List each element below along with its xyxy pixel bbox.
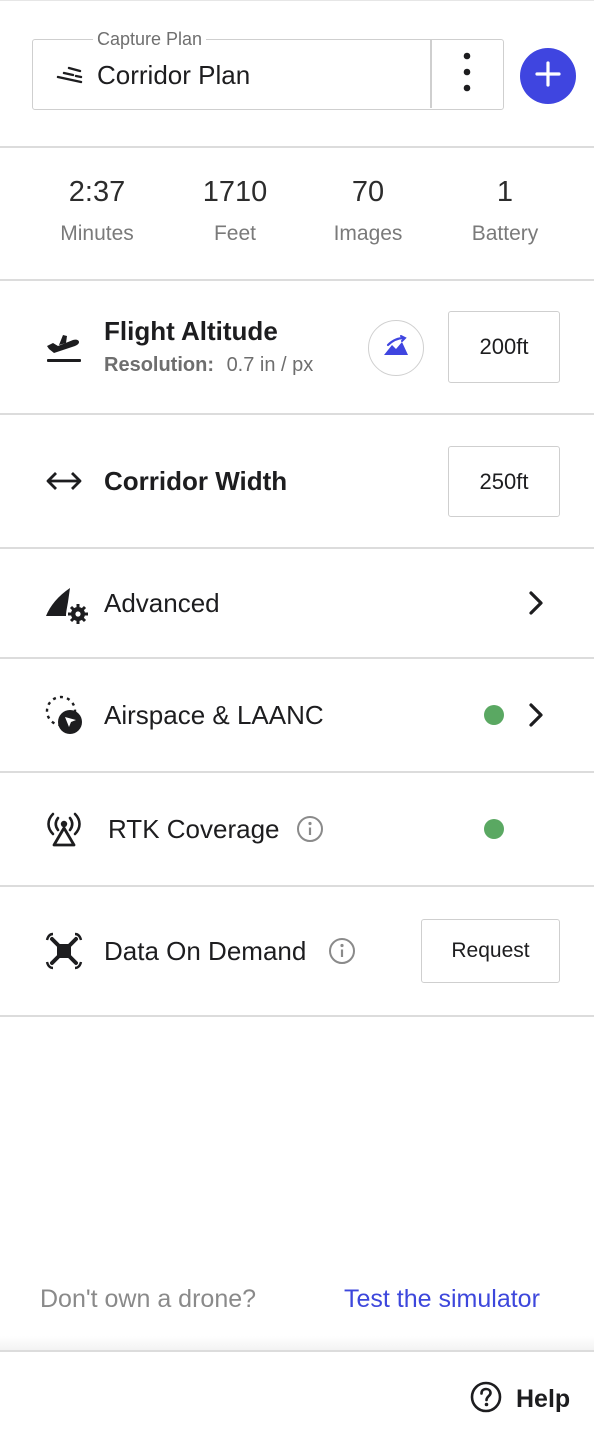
resolution-line: Resolution: 0.7 in / px xyxy=(104,352,313,378)
corridor-width-title: Corridor Width xyxy=(104,466,288,496)
divider xyxy=(0,1350,594,1352)
more-vertical-icon xyxy=(463,52,471,97)
test-simulator-link[interactable]: Test the simulator xyxy=(344,1283,540,1315)
airspace-title: Airspace & LAANC xyxy=(104,700,324,730)
plus-icon xyxy=(534,60,562,93)
info-icon[interactable] xyxy=(328,937,356,970)
stat-value: 70 xyxy=(351,176,385,208)
stat-label: Minutes xyxy=(60,222,134,245)
plan-menu-button[interactable] xyxy=(432,40,502,108)
capture-plan-legend: Capture Plan xyxy=(93,28,207,50)
chevron-right-icon xyxy=(527,702,545,733)
stat-value: 1710 xyxy=(202,176,268,208)
resolution-value: 0.7 in / px xyxy=(226,354,314,376)
width-arrows-icon xyxy=(44,468,84,499)
stat-label: Images xyxy=(333,222,403,245)
rtk-antenna-icon xyxy=(44,810,84,853)
help-label: Help xyxy=(516,1385,571,1413)
stat-value: 2:37 xyxy=(68,176,126,208)
corridor-width-value-field[interactable]: 250ft xyxy=(448,446,560,517)
corridor-plan-icon xyxy=(55,65,87,85)
stat-images: 70 Images xyxy=(298,172,438,249)
help-icon xyxy=(470,1381,502,1418)
help-button[interactable]: Help xyxy=(470,1381,571,1418)
divider xyxy=(0,1015,594,1017)
takeoff-icon xyxy=(44,330,84,369)
plan-header: Capture Plan Corridor Plan xyxy=(0,0,594,147)
add-plan-button[interactable] xyxy=(520,48,576,104)
flight-altitude-title: Flight Altitude xyxy=(104,316,278,346)
advanced-settings-icon xyxy=(44,584,90,629)
divider xyxy=(0,657,594,659)
stat-label: Feet xyxy=(213,222,257,245)
plan-name: Corridor Plan xyxy=(97,60,251,90)
divider xyxy=(0,885,594,887)
info-icon[interactable] xyxy=(296,815,324,848)
terrain-follow-icon xyxy=(382,334,410,362)
stat-label: Battery xyxy=(471,222,539,245)
divider xyxy=(0,547,594,549)
terrain-follow-button[interactable] xyxy=(368,320,424,376)
stat-value: 1 xyxy=(496,176,514,208)
altitude-value-field[interactable]: 200ft xyxy=(448,311,560,383)
chevron-right-icon xyxy=(527,590,545,621)
drone-icon xyxy=(44,931,84,976)
airspace-icon xyxy=(44,694,84,741)
stat-feet: 1710 Feet xyxy=(165,172,305,249)
divider xyxy=(0,146,594,148)
capture-plan-selector[interactable]: Capture Plan Corridor Plan xyxy=(32,28,504,110)
airspace-status-dot xyxy=(484,705,504,725)
advanced-title: Advanced xyxy=(104,588,220,618)
stat-minutes: 2:37 Minutes xyxy=(27,172,167,249)
divider xyxy=(0,279,594,281)
resolution-label: Resolution: xyxy=(104,354,214,376)
divider xyxy=(0,771,594,773)
divider xyxy=(0,413,594,415)
request-button[interactable]: Request xyxy=(421,919,560,983)
rtk-status-dot xyxy=(484,819,504,839)
stat-battery: 1 Battery xyxy=(435,172,575,249)
rtk-title: RTK Coverage xyxy=(108,814,280,844)
data-on-demand-title: Data On Demand xyxy=(104,936,307,966)
no-drone-question: Don't own a drone? xyxy=(40,1285,257,1313)
